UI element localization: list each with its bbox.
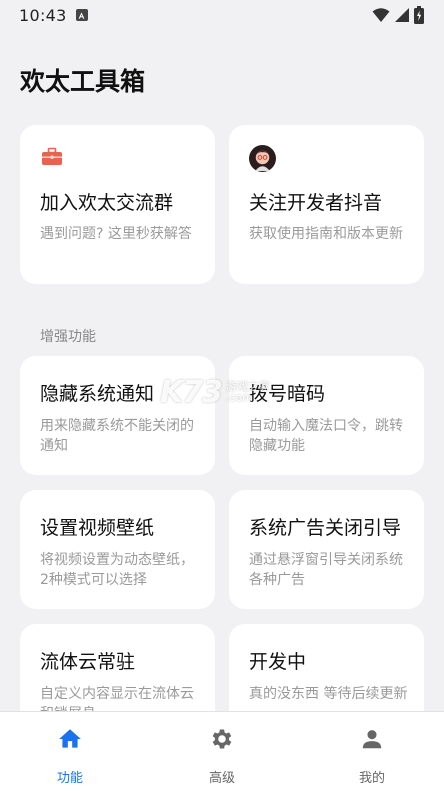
section-label: 增强功能	[40, 329, 96, 345]
card-title: 设置视频壁纸	[40, 517, 155, 539]
follow-developer-card[interactable]: 关注开发者抖音 获取使用指南和版本更新	[229, 125, 424, 284]
notification-a-icon	[75, 9, 88, 21]
join-group-card[interactable]: 加入欢太交流群 遇到问题? 这里秒获解答	[20, 125, 215, 284]
nav-label: 高级	[208, 771, 235, 786]
wifi-icon	[372, 8, 390, 22]
status-bar: 10:43	[0, 0, 444, 30]
home-icon	[59, 729, 81, 748]
nav-item-mine[interactable]: 我的	[317, 712, 427, 791]
card-title: 系统广告关闭引导	[249, 517, 402, 539]
developer-avatar-icon	[249, 145, 276, 172]
card-desc: 将视频设置为动态壁纸，2种模式可以选择	[40, 552, 194, 588]
card-title: 关注开发者抖音	[249, 192, 383, 214]
page-title: 欢太工具箱	[20, 67, 146, 96]
nav-item-features[interactable]: 功能	[15, 712, 125, 791]
card-title: 拨号暗码	[249, 383, 326, 405]
card-title: 开发中	[249, 651, 307, 673]
nav-label: 功能	[56, 771, 83, 786]
status-right	[372, 6, 424, 24]
card-desc: 用来隐藏系统不能关闭的通知	[40, 418, 194, 454]
video-wallpaper-card[interactable]: 设置视频壁纸 将视频设置为动态壁纸，2种模式可以选择	[20, 490, 215, 609]
person-icon	[362, 730, 382, 749]
card-title: 加入欢太交流群	[40, 192, 174, 214]
hide-notification-card[interactable]: 隐藏系统通知 用来隐藏系统不能关闭的通知	[20, 356, 215, 475]
card-title: 隐藏系统通知	[40, 383, 155, 405]
ad-close-guide-card[interactable]: 系统广告关闭引导 通过悬浮窗引导关闭系统各种广告	[229, 490, 424, 609]
signal-icon	[395, 8, 409, 22]
card-desc: 遇到问题? 这里秒获解答	[40, 226, 192, 242]
status-left: 10:43	[19, 6, 88, 25]
card-desc: 获取使用指南和版本更新	[249, 226, 403, 242]
card-desc: 通过悬浮窗引导关闭系统各种广告	[249, 552, 403, 588]
card-desc: 真的没东西 等待后续更新	[249, 686, 408, 702]
dial-code-card[interactable]: 拨号暗码 自动输入魔法口令，跳转隐藏功能	[229, 356, 424, 475]
card-desc: 自动输入魔法口令，跳转隐藏功能	[249, 418, 403, 454]
status-time: 10:43	[19, 5, 67, 25]
toolbox-icon	[42, 147, 62, 165]
bottom-nav: 功能 高级 我的	[0, 711, 444, 791]
card-title: 流体云常驻	[40, 651, 136, 673]
gear-icon	[212, 729, 232, 749]
nav-item-advanced[interactable]: 高级	[167, 712, 277, 791]
battery-icon	[414, 6, 424, 24]
nav-label: 我的	[358, 771, 385, 786]
